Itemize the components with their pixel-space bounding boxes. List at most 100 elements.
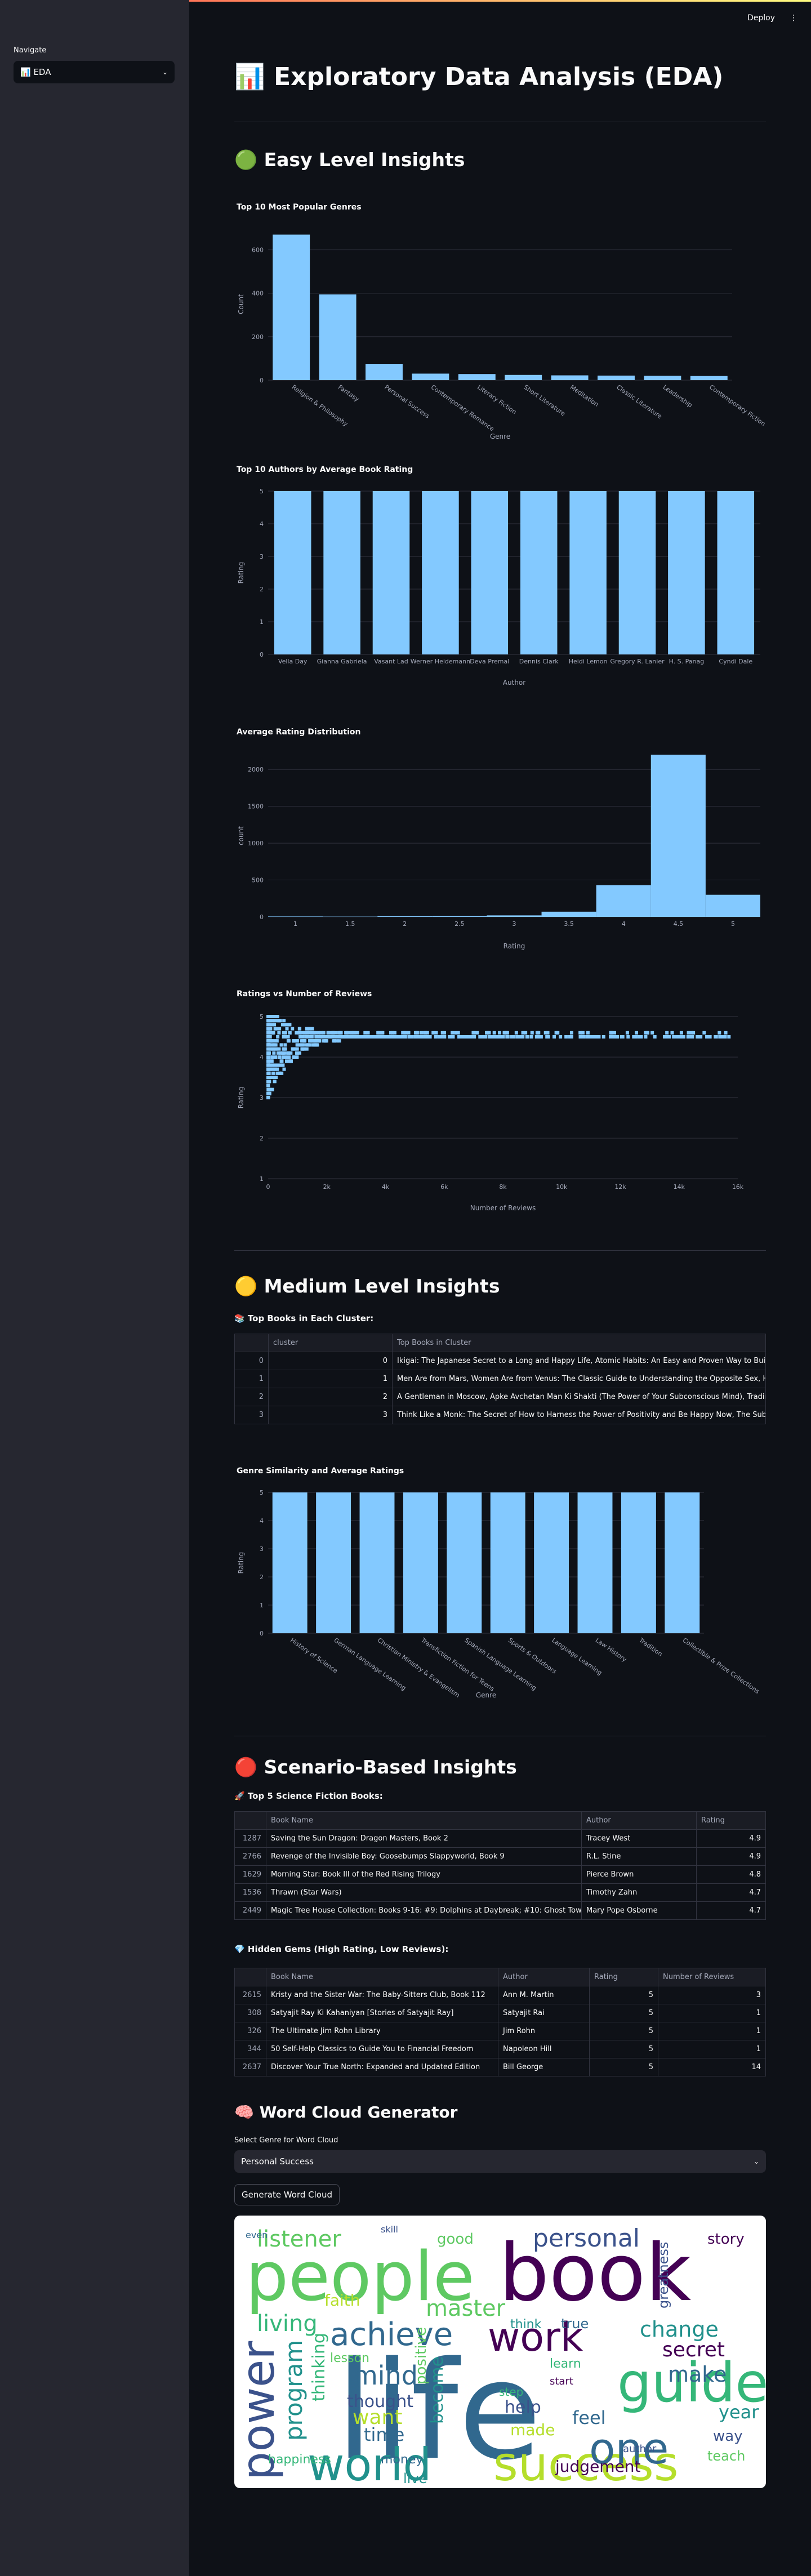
table-row[interactable]: 344 50 Self-Help Classics to Guide You to… [234, 2040, 766, 2058]
table-row[interactable]: 1629 Morning Star: Book III of the Red Ri… [234, 1865, 766, 1884]
table-row[interactable]: 326 The Ultimate Jim Rohn Library Jim Rohn… [234, 2022, 766, 2040]
wordcloud-word: listener [257, 2226, 341, 2252]
y-tick-label: 5 [260, 1489, 264, 1496]
scatter-point [620, 1035, 623, 1039]
table-cell: 2 [234, 1388, 269, 1406]
chart-scatter-title: Ratings vs Number of Reviews [237, 990, 372, 999]
scatter-point [267, 1015, 271, 1018]
scatter-point [511, 1035, 515, 1039]
chevron-down-icon: ⌄ [753, 2158, 759, 2165]
wordcloud-word: achieve [330, 2316, 453, 2353]
scatter-point [295, 1051, 298, 1055]
column-header: Number of Reviews [658, 1968, 766, 1986]
scatter-point [686, 1035, 690, 1039]
header-actions: Deploy ⋮ [747, 14, 797, 23]
scatter-point [556, 1031, 560, 1035]
gems-table[interactable]: Book Name Author Rating Number of Review… [234, 1968, 766, 2076]
bar [274, 491, 311, 654]
scatter-point [292, 1055, 296, 1059]
clusters-table[interactable]: cluster Top Books in Cluster 0 0 Ikigai: T… [234, 1334, 766, 1424]
scifi-title: 🚀 Top 5 Science Fiction Books: [234, 1791, 383, 1801]
scatter-point [545, 1035, 549, 1039]
wordcloud-word: good [437, 2231, 474, 2248]
wordcloud-word: help [505, 2397, 541, 2417]
scatter-point [610, 1031, 614, 1035]
genre-select[interactable]: Personal Success ⌄ [234, 2150, 766, 2173]
chart-rating-distribution: 0 500 1000 1500 2000 1 1.5 2 2.5 3 3.5 4 4.5 5 Rating c… [237, 755, 760, 950]
bar [551, 375, 589, 380]
scatter-point [497, 1031, 501, 1035]
table-row[interactable]: 1287 Saving the Sun Dragon: Dragon Master… [234, 1829, 766, 1848]
scatter-point [457, 1035, 461, 1039]
scatter-point [501, 1035, 505, 1039]
table-row[interactable]: 22A Gentleman in Moscow, Apke Avchetan M… [234, 1388, 766, 1406]
table-row[interactable]: 2449 Magic Tree House Collection: Books 9… [234, 1901, 766, 1920]
scatter-point [417, 1035, 421, 1039]
table-row[interactable]: 0 0 Ikigai: The Japanese Secret to a Long … [234, 1352, 766, 1370]
table-row[interactable]: 3 3 Think Like a Monk: The Secret of How t… [234, 1406, 766, 1424]
scatter-point [650, 1031, 654, 1035]
x-axis-label: Genre [490, 433, 510, 440]
bar [717, 491, 755, 654]
scatter-point [593, 1035, 597, 1039]
y-tick-label: 4 [260, 1517, 264, 1525]
table-cell: Kristy and the Sister War: The Baby-Sitt… [266, 1986, 498, 2004]
table-cell: 344 [234, 2040, 266, 2058]
table-cell: 2637 [234, 2058, 266, 2076]
section-medium-title: 🟡 Medium Level Insights [234, 1275, 500, 1297]
deploy-button[interactable]: Deploy [747, 14, 775, 23]
scatter-point [278, 1019, 282, 1023]
scatter-point [420, 1035, 424, 1039]
wordcloud-word: start [550, 2376, 573, 2387]
x-tick-label: Vella Day [278, 658, 308, 665]
table-cell: 2766 [234, 1847, 266, 1866]
scatter-point [274, 1067, 278, 1071]
navigate-select[interactable]: 📊 EDA ⌄ [14, 61, 175, 83]
table-cell: 2449 [234, 1901, 266, 1920]
table-cell: Satyajit Ray Ki Kahaniyan [Stories of Sa… [266, 2004, 498, 2022]
column-header: Author [498, 1968, 590, 1986]
scatter-point [337, 1035, 341, 1039]
scatter-point [273, 1063, 277, 1067]
scatter-point [468, 1035, 472, 1039]
y-tick-label: 0 [260, 377, 264, 384]
scatter-point [492, 1031, 496, 1035]
y-tick-label: 400 [252, 290, 264, 297]
scatter-point [679, 1031, 683, 1035]
table-cell: 3 [268, 1406, 393, 1424]
scatter-point [304, 1035, 308, 1039]
scatter-point [266, 1059, 270, 1063]
scatter-point [587, 1035, 591, 1039]
x-tick-label: Heidi Lemon [569, 658, 608, 665]
bar [650, 755, 706, 917]
table-row[interactable]: 308 Satyajit Ray Ki Kahaniyan [Stories of… [234, 2004, 766, 2022]
generate-wordcloud-button[interactable]: Generate Word Cloud [234, 2184, 340, 2205]
x-tick-label: Law History [594, 1637, 629, 1664]
table-row[interactable]: 2766 Revenge of the Invisible Boy: Gooseb… [234, 1847, 766, 1866]
scatter-point [515, 1035, 519, 1039]
table-row[interactable]: 1536 Thrawn (Star Wars) Timothy Zahn 4.7 [234, 1883, 766, 1902]
scatter-point [727, 1035, 731, 1039]
scatter-point [611, 1035, 614, 1039]
bar [534, 1492, 569, 1633]
table-cell: Magic Tree House Collection: Books 9-16:… [266, 1901, 582, 1920]
main-menu-icon[interactable]: ⋮ [790, 14, 797, 23]
x-tick-label: 4 [622, 920, 626, 928]
table-cell: 1 [268, 1370, 393, 1388]
scatter-point [297, 1027, 301, 1031]
table-header-row: Book Name Author Rating [234, 1811, 766, 1830]
column-header: Book Name [266, 1811, 582, 1830]
column-header: Rating [696, 1811, 766, 1830]
x-tick-label: 5 [731, 920, 735, 928]
table-row[interactable]: 2637 Discover Your True North: Expanded a… [234, 2058, 766, 2076]
table-row[interactable]: 2615 Kristy and the Sister War: The Baby-… [234, 1986, 766, 2004]
x-tick-label: 16k [732, 1183, 744, 1191]
x-tick-label: H. S. Panag [669, 658, 705, 665]
scifi-table[interactable]: Book Name Author Rating 1287 Saving the S… [234, 1811, 766, 1920]
scatter-point [272, 1051, 276, 1055]
table-row[interactable]: 1 1 Men Are from Mars, Women Are from Venu… [234, 1370, 766, 1388]
table-cell: 326 [234, 2022, 266, 2040]
table-cell: 1 [234, 1370, 269, 1388]
column-header: Book Name [266, 1968, 498, 1986]
scatter-point [564, 1035, 568, 1039]
